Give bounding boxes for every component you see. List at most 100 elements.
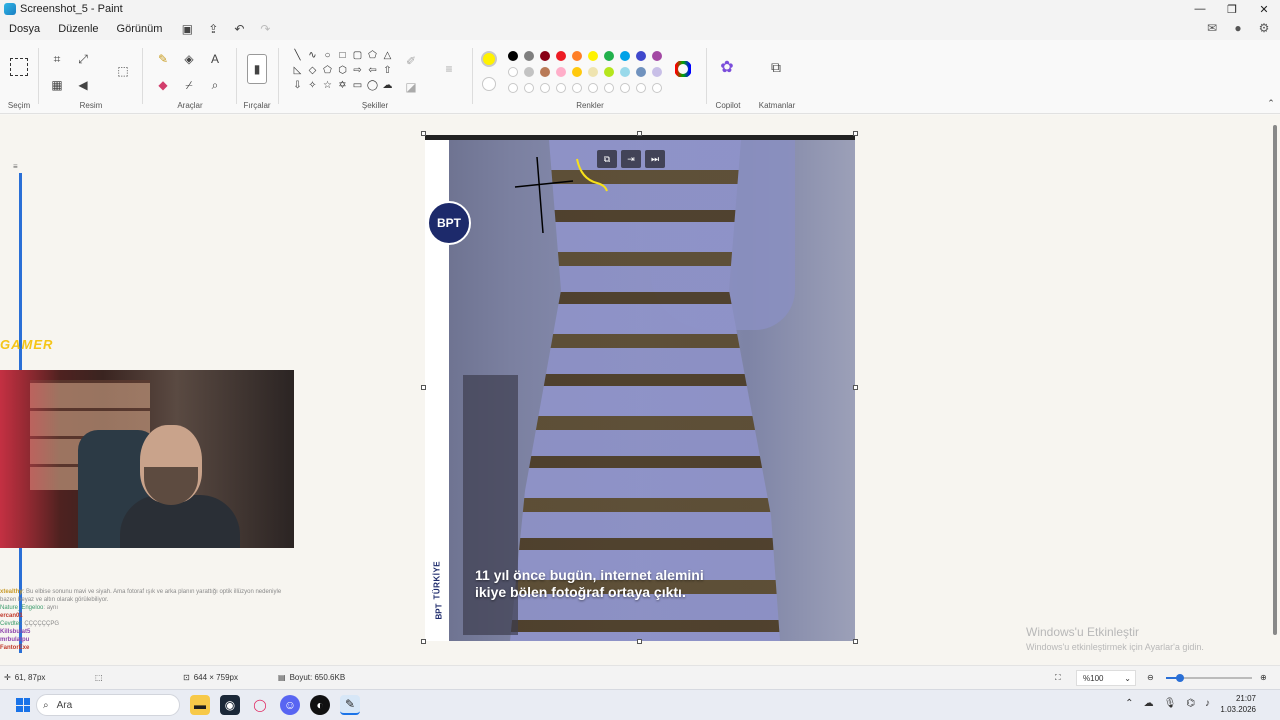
custom-color-slot[interactable]: [540, 83, 550, 93]
taskbar-clock[interactable]: 21:07 1.03.2026: [1220, 693, 1256, 715]
app-icon[interactable]: ◐: [310, 695, 330, 715]
color-picker-icon[interactable]: ⌿: [180, 76, 198, 94]
taskbar-search[interactable]: ⌕ Ara: [36, 694, 180, 716]
color-swatch[interactable]: [604, 51, 614, 61]
layers-icon[interactable]: ⧉: [767, 58, 785, 76]
edit-colors-icon[interactable]: [674, 60, 692, 78]
color-swatch[interactable]: [572, 51, 582, 61]
redo-icon[interactable]: ↷: [255, 20, 275, 38]
color-swatch[interactable]: [556, 51, 566, 61]
menu-file[interactable]: Dosya: [0, 23, 49, 35]
custom-color-slot[interactable]: [636, 83, 646, 93]
resize-handle-bottom[interactable]: [637, 639, 642, 644]
curve-shape-icon[interactable]: ∿: [305, 48, 320, 63]
copilot-icon[interactable]: ✿: [718, 58, 736, 76]
diamond-shape-icon[interactable]: ◇: [305, 63, 320, 78]
next-icon[interactable]: ⏭: [645, 150, 665, 168]
maximize-button[interactable]: ❐: [1216, 0, 1248, 18]
down-arrow-shape-icon[interactable]: ⇩: [290, 78, 305, 93]
export-icon[interactable]: ⇥: [621, 150, 641, 168]
pentagon-shape-icon[interactable]: ⬠: [320, 63, 335, 78]
five-point-star-icon[interactable]: ☆: [320, 78, 335, 93]
color-swatch[interactable]: [588, 51, 598, 61]
eraser-icon[interactable]: ◆: [154, 76, 172, 94]
color-swatch[interactable]: [652, 67, 662, 77]
pencil-icon[interactable]: ✎: [154, 50, 172, 68]
zoom-select[interactable]: %100 ⌄: [1076, 670, 1136, 686]
start-button-icon[interactable]: [16, 698, 30, 712]
color-swatch[interactable]: [508, 51, 518, 61]
active-color-swatch[interactable]: [481, 51, 497, 67]
vertical-scrollbar[interactable]: [1273, 125, 1277, 635]
color-swatch[interactable]: [588, 67, 598, 77]
left-arrow-shape-icon[interactable]: ⇦: [365, 63, 380, 78]
callout-cloud-icon[interactable]: ☁: [380, 78, 395, 93]
right-arrow-shape-icon[interactable]: ⇨: [350, 63, 365, 78]
four-point-star-icon[interactable]: ✧: [305, 78, 320, 93]
share-icon[interactable]: ⇪: [203, 20, 223, 38]
menu-edit[interactable]: Düzenle: [49, 23, 107, 35]
copy-selection-icon[interactable]: ⧉: [597, 150, 617, 168]
custom-color-slot[interactable]: [524, 83, 534, 93]
volume-icon[interactable]: ♪: [1205, 698, 1210, 709]
crop-icon[interactable]: ⌗: [48, 50, 66, 68]
resize-handle-top-left[interactable]: [421, 131, 426, 136]
custom-color-slot[interactable]: [572, 83, 582, 93]
zoom-slider[interactable]: [1166, 674, 1252, 682]
resize-handle-bottom-right[interactable]: [853, 639, 858, 644]
line-shape-icon[interactable]: ╲: [290, 48, 305, 63]
account-icon[interactable]: ●: [1230, 20, 1246, 36]
callout-rect-icon[interactable]: ▭: [350, 78, 365, 93]
color-swatch[interactable]: [508, 67, 518, 77]
magnifier-icon[interactable]: ⌕: [206, 76, 224, 94]
resize-handle-bottom-left[interactable]: [421, 639, 426, 644]
callout-oval-icon[interactable]: ◯: [365, 78, 380, 93]
rectangle-shape-icon[interactable]: □: [335, 48, 350, 63]
custom-color-slot[interactable]: [652, 83, 662, 93]
brush-icon[interactable]: ▮: [247, 54, 267, 84]
triangle-shape-icon[interactable]: △: [380, 48, 395, 63]
color-swatch[interactable]: [524, 51, 534, 61]
fill-bucket-icon[interactable]: ◈: [180, 50, 198, 68]
pattern-icon[interactable]: ▦: [48, 76, 66, 94]
resize-handle-top-right[interactable]: [853, 131, 858, 136]
secondary-color-swatch[interactable]: [482, 77, 496, 91]
color-swatch[interactable]: [524, 67, 534, 77]
steam-icon[interactable]: ◉: [220, 695, 240, 715]
polygon-shape-icon[interactable]: ⬠: [365, 48, 380, 63]
paint-taskbar-icon[interactable]: ✎: [340, 695, 360, 715]
save-icon[interactable]: ▣: [177, 20, 197, 38]
tray-overflow-icon[interactable]: ⌃: [1125, 698, 1133, 709]
color-swatch[interactable]: [636, 51, 646, 61]
color-swatch[interactable]: [540, 51, 550, 61]
shape-fill-icon[interactable]: ◪: [402, 78, 420, 96]
collapse-ribbon-icon[interactable]: ⌃: [1262, 94, 1280, 112]
color-swatch[interactable]: [636, 67, 646, 77]
color-swatch[interactable]: [652, 51, 662, 61]
color-swatch[interactable]: [604, 67, 614, 77]
canvas-image[interactable]: BPT TÜRKİYE BPT ⧉ ⇥ ⏭ 11 yıl önce bugün,…: [425, 135, 855, 641]
custom-color-slot[interactable]: [556, 83, 566, 93]
feedback-icon[interactable]: ✉: [1204, 20, 1220, 36]
discord-icon[interactable]: ☺: [280, 695, 300, 715]
color-swatch[interactable]: [620, 51, 630, 61]
fit-window-icon[interactable]: ⛶: [1055, 673, 1061, 683]
brush-size-icon[interactable]: ≡: [13, 162, 27, 171]
rotate-icon[interactable]: ◀: [74, 76, 92, 94]
image-remove-bg-icon[interactable]: ⬚: [114, 62, 132, 80]
zoom-in-icon[interactable]: ⊕: [1260, 673, 1267, 682]
right-triangle-shape-icon[interactable]: ◺: [290, 63, 305, 78]
resize-handle-left[interactable]: [421, 385, 426, 390]
custom-color-slot[interactable]: [588, 83, 598, 93]
zoom-out-icon[interactable]: ⊖: [1147, 673, 1154, 682]
opera-icon[interactable]: ◯: [250, 695, 270, 715]
resize-icon[interactable]: ⤢: [74, 50, 92, 68]
six-point-star-icon[interactable]: ✡: [335, 78, 350, 93]
text-icon[interactable]: A: [206, 50, 224, 68]
resize-handle-top[interactable]: [637, 131, 642, 136]
close-button[interactable]: ✕: [1248, 0, 1280, 18]
menu-view[interactable]: Görünüm: [108, 23, 172, 35]
microphone-icon[interactable]: 🎙: [1164, 698, 1177, 709]
hexagon-shape-icon[interactable]: ⬡: [335, 63, 350, 78]
rounded-rect-shape-icon[interactable]: ▢: [350, 48, 365, 63]
